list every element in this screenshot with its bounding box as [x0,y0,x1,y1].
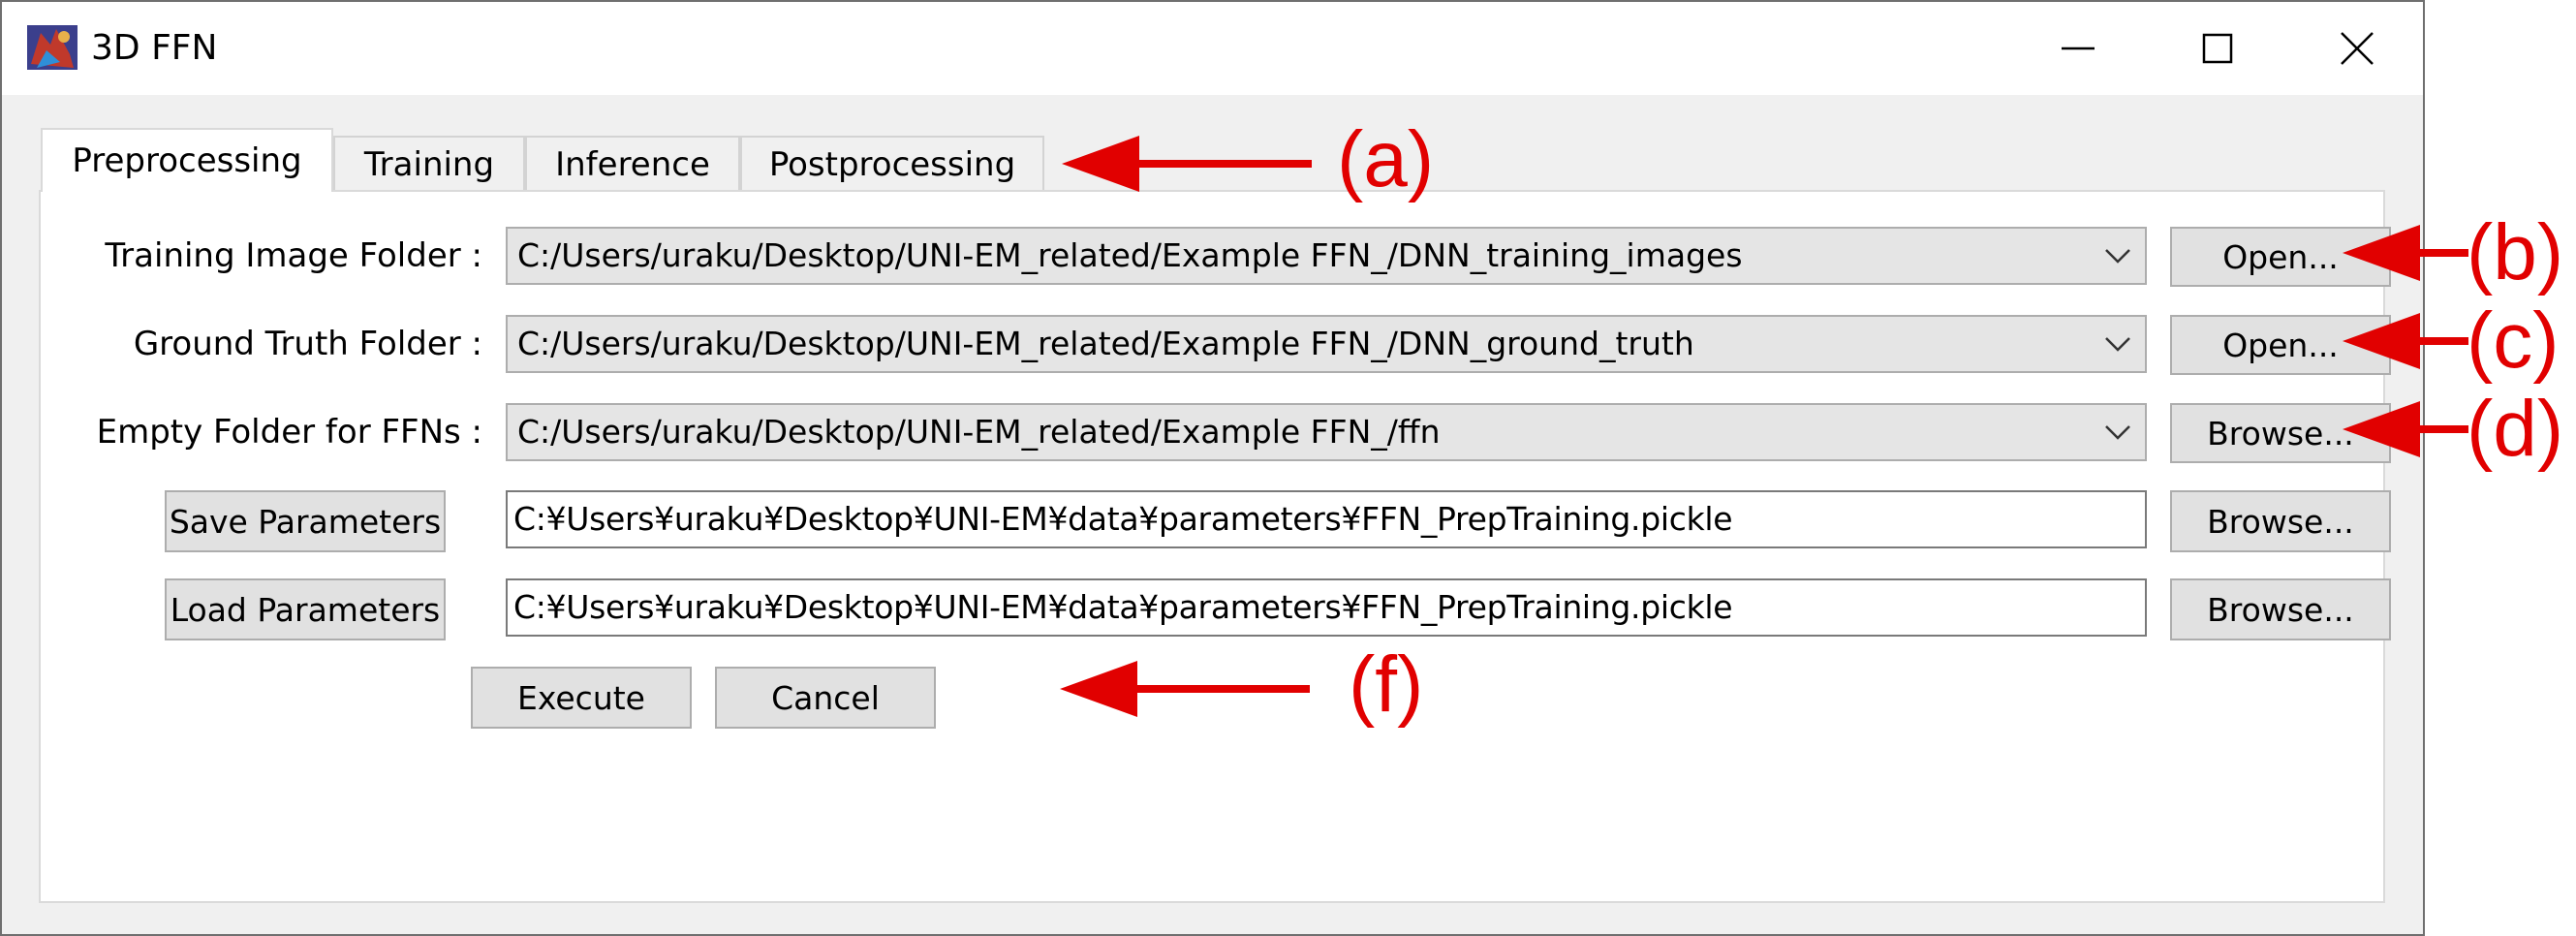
training-image-folder-combo[interactable]: C:/Users/uraku/Desktop/UNI-EM_related/Ex… [506,227,2147,285]
app-icon [27,25,78,70]
load-parameters-path-value: C:¥Users¥uraku¥Desktop¥UNI-EM¥data¥param… [513,588,1733,626]
tab-inference[interactable]: Inference [525,136,740,192]
maximize-icon [2202,33,2233,64]
save-parameters-path-input[interactable]: C:¥Users¥uraku¥Desktop¥UNI-EM¥data¥param… [506,490,2147,548]
cancel-button[interactable]: Cancel [715,667,936,729]
close-button[interactable] [2294,12,2420,85]
ground-truth-folder-combo[interactable]: C:/Users/uraku/Desktop/UNI-EM_related/Ex… [506,315,2147,373]
close-icon [2341,32,2374,65]
empty-folder-combo[interactable]: C:/Users/uraku/Desktop/UNI-EM_related/Ex… [506,403,2147,461]
minimize-button[interactable] [2015,12,2141,85]
annotation-a: (a) [1337,115,1435,203]
tab-panel-preprocessing: Training Image Folder : C:/Users/uraku/D… [39,190,2391,903]
annotation-f: (f) [1349,640,1424,729]
empty-folder-value: C:/Users/uraku/Desktop/UNI-EM_related/Ex… [517,413,1441,451]
annotation-c: (c) [2467,296,2560,385]
red-arrow-icon [2343,401,2468,457]
chevron-down-icon[interactable] [2104,334,2131,356]
ground-truth-folder-value: C:/Users/uraku/Desktop/UNI-EM_related/Ex… [517,325,1694,362]
save-parameters-button[interactable]: Save Parameters [165,490,446,552]
empty-folder-label: Empty Folder for FFNs : [96,413,482,452]
load-parameters-browse-button[interactable]: Browse... [2170,578,2391,640]
window-title: 3D FFN [91,28,218,68]
chevron-down-icon[interactable] [2104,246,2131,267]
tab-postprocessing[interactable]: Postprocessing [740,136,1044,192]
annotation-b: (b) [2467,208,2564,296]
load-parameters-button[interactable]: Load Parameters [165,578,446,640]
ground-truth-folder-label: Ground Truth Folder : [133,325,482,363]
maximize-button[interactable] [2155,12,2281,85]
red-arrow-icon [2343,313,2468,369]
training-image-folder-value: C:/Users/uraku/Desktop/UNI-EM_related/Ex… [517,236,1743,274]
red-arrow-icon [2343,225,2468,281]
annotation-d: (d) [2467,385,2564,473]
red-arrow-icon [1060,661,1310,717]
red-arrow-icon [1062,136,1312,192]
training-image-folder-label: Training Image Folder : [105,236,482,275]
minimize-icon [2062,47,2095,50]
save-parameters-browse-button[interactable]: Browse... [2170,490,2391,552]
title-bar: 3D FFN [2,2,2423,95]
tab-training[interactable]: Training [333,136,525,192]
load-parameters-path-input[interactable]: C:¥Users¥uraku¥Desktop¥UNI-EM¥data¥param… [506,578,2147,637]
chevron-down-icon[interactable] [2104,422,2131,444]
tab-preprocessing[interactable]: Preprocessing [41,128,333,192]
save-parameters-path-value: C:¥Users¥uraku¥Desktop¥UNI-EM¥data¥param… [513,500,1733,538]
execute-button[interactable]: Execute [471,667,692,729]
